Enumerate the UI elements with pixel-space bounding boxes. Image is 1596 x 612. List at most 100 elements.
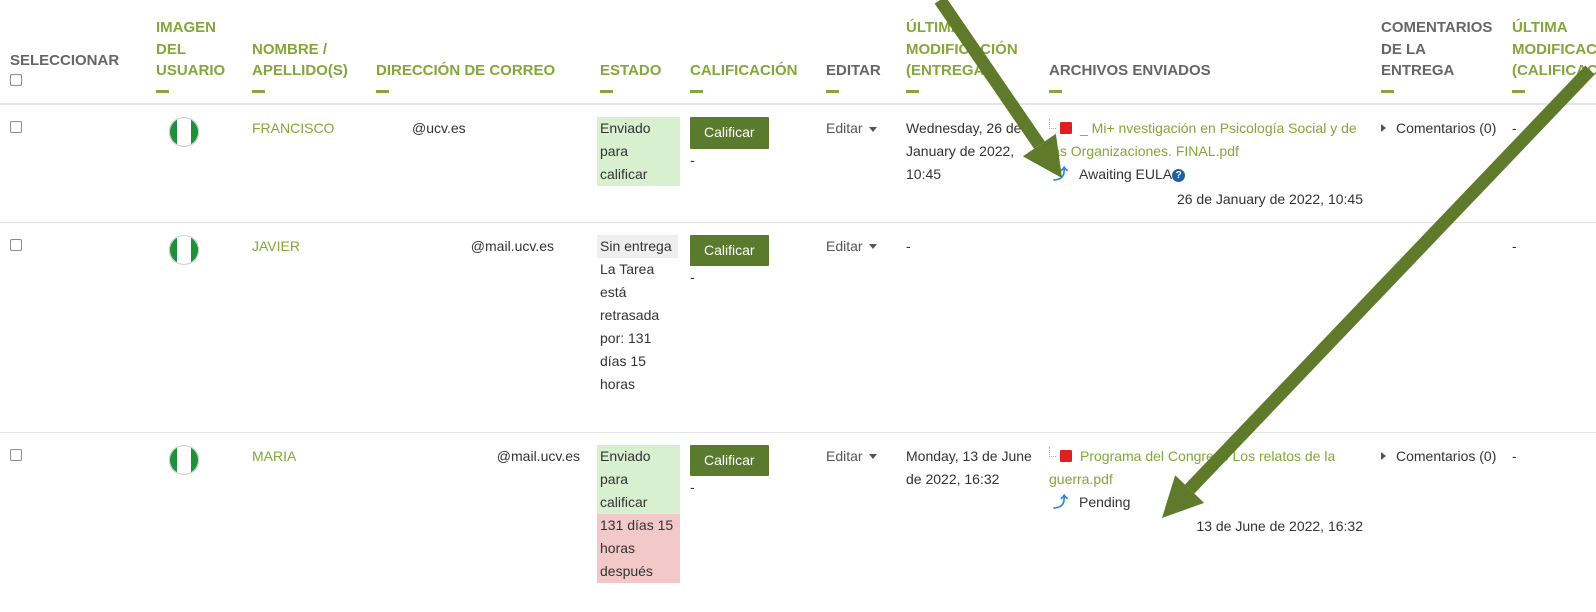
- edit-menu-label: Editar: [826, 447, 863, 464]
- sort-dash-icon[interactable]: [906, 90, 919, 93]
- student-name-link[interactable]: JAVIER: [252, 238, 300, 254]
- sort-dash-icon[interactable]: [376, 90, 389, 93]
- col-header-image[interactable]: IMAGEN DEL USUARIO: [146, 0, 242, 105]
- student-name-link[interactable]: FRANCISCO: [252, 120, 334, 136]
- row-checkbox[interactable]: [10, 121, 22, 133]
- comments-cell: Comentarios (0): [1371, 432, 1502, 612]
- grade-cell: Calificar -: [680, 222, 816, 433]
- files-cell: _ Mi+ nvestigación en Psicología Social …: [1039, 104, 1371, 223]
- grade-value: -: [690, 269, 695, 286]
- student-name-link[interactable]: MARIA: [252, 448, 296, 464]
- col-header-email-label: DIRECCIÓN DE CORREO: [376, 62, 556, 80]
- plagiarism-icon: ⤴: [1053, 493, 1069, 511]
- avatar: [169, 234, 199, 265]
- col-header-last-modified-grade[interactable]: ÚLTIMA MODIFICACIÓN (CALIFICACIÓN): [1502, 0, 1596, 105]
- modified-cell: -: [896, 222, 1039, 433]
- pdf-file-icon: [1060, 449, 1072, 462]
- avatar: [169, 117, 199, 147]
- grade-modified-cell: -: [1502, 104, 1596, 223]
- caret-down-icon: [868, 454, 877, 460]
- pdf-file-icon: [1060, 122, 1072, 134]
- sort-dash-icon[interactable]: [1381, 90, 1394, 93]
- col-header-status[interactable]: ESTADO: [590, 0, 680, 105]
- row-checkbox[interactable]: [10, 448, 22, 461]
- grade-modified-cell: -: [1502, 432, 1596, 612]
- tree-branch-icon: [1049, 119, 1056, 129]
- file-link[interactable]: Programa del Congreso Los relatos de la …: [1049, 448, 1335, 487]
- plagiarism-icon: ⤴: [1053, 166, 1069, 184]
- col-header-last-modified[interactable]: ÚLTIMA MODIFICACIÓN (ENTREGA): [896, 0, 1039, 105]
- sort-dash-icon[interactable]: [690, 90, 703, 93]
- col-header-name[interactable]: NOMBRE / APELLIDO(S): [242, 0, 366, 105]
- comments-cell: [1371, 222, 1502, 433]
- caret-down-icon: [868, 244, 877, 250]
- modified-date: Monday, 13 de June de 2022, 16:32: [906, 447, 1032, 487]
- modified-cell: Monday, 13 de June de 2022, 16:32: [896, 432, 1039, 612]
- email-cell: @mail.ucv.es: [366, 432, 590, 612]
- sort-dash-icon[interactable]: [252, 90, 265, 93]
- table-row: FRANCISCO @ucv.es Enviado para calificar…: [0, 104, 1596, 223]
- avatar: [169, 444, 199, 475]
- col-header-last-modified-label: ÚLTIMA MODIFICACIÓN (ENTREGA): [906, 18, 1018, 80]
- name-cell: JAVIER: [242, 222, 366, 433]
- col-header-select[interactable]: SELECCIONAR: [0, 0, 146, 105]
- col-header-grade[interactable]: CALIFICACIÓN: [680, 0, 816, 105]
- select-cell: [0, 222, 146, 433]
- select-all-checkbox[interactable]: [10, 74, 22, 87]
- help-icon[interactable]: ?: [1172, 169, 1186, 183]
- modified-date: -: [906, 237, 911, 254]
- late-badge: 131 días 15 horas después: [597, 513, 680, 584]
- edit-cell: Editar: [816, 222, 896, 433]
- grade-button[interactable]: Calificar: [690, 117, 769, 149]
- sort-dash-icon[interactable]: [156, 90, 169, 93]
- comments-cell: Comentarios (0): [1371, 104, 1502, 223]
- col-header-files-label: ARCHIVOS ENVIADOS: [1049, 62, 1211, 80]
- sort-dash-icon[interactable]: [1512, 90, 1525, 93]
- avatar-cell: [146, 104, 242, 223]
- col-header-status-label: ESTADO: [600, 62, 662, 80]
- table-header-row: SELECCIONAR IMAGEN DEL USUARIO NOMBRE / …: [0, 0, 1596, 105]
- comments-toggle[interactable]: Comentarios (0): [1381, 120, 1496, 136]
- sort-dash-icon[interactable]: [826, 90, 839, 93]
- edit-menu[interactable]: Editar: [826, 120, 877, 136]
- status-cell: Sin entrega La Tarea está retrasada por: …: [590, 222, 680, 433]
- tree-branch-icon: [1049, 446, 1056, 457]
- row-checkbox[interactable]: [10, 238, 22, 251]
- status-cell: Enviado para calificar 131 días 15 horas …: [590, 432, 680, 612]
- edit-menu[interactable]: Editar: [826, 238, 877, 254]
- grade-modified-cell: -: [1502, 222, 1596, 433]
- name-cell: MARIA: [242, 432, 366, 612]
- status-cell: Enviado para calificar: [590, 104, 680, 223]
- plagiarism-status-label: Pending: [1079, 493, 1131, 510]
- grade-value: -: [690, 151, 695, 168]
- student-email: @ucv.es: [412, 120, 466, 136]
- table-row: JAVIER @mail.ucv.es Sin entrega La Tarea …: [0, 222, 1596, 433]
- col-header-files: ARCHIVOS ENVIADOS: [1039, 0, 1371, 105]
- caret-down-icon: [868, 126, 877, 132]
- files-cell: [1039, 222, 1371, 433]
- sort-dash-icon[interactable]: [600, 90, 613, 93]
- grade-cell: Calificar -: [680, 432, 816, 612]
- comments-label: Comentarios (0): [1396, 120, 1497, 136]
- select-cell: [0, 432, 146, 612]
- col-header-name-label: NOMBRE / APELLIDO(S): [252, 40, 348, 80]
- grade-modified-date: -: [1512, 120, 1517, 136]
- file-date: 13 de June de 2022, 16:32: [1196, 518, 1363, 535]
- triangle-right-icon: [1381, 124, 1386, 132]
- grade-cell: Calificar -: [680, 104, 816, 223]
- comments-toggle[interactable]: Comentarios (0): [1381, 448, 1496, 464]
- plagiarism-status: ⤴ Awaiting EULA?: [1049, 163, 1371, 188]
- triangle-right-icon: [1381, 451, 1386, 460]
- col-header-comments-label: COMENTARIOS DE LA ENTREGA: [1381, 18, 1493, 80]
- file-entry: Programa del Congreso Los relatos de la …: [1049, 445, 1371, 491]
- student-email: @mail.ucv.es: [470, 237, 554, 254]
- grade-button[interactable]: Calificar: [690, 234, 769, 267]
- select-cell: [0, 104, 146, 223]
- grade-button[interactable]: Calificar: [690, 444, 769, 477]
- sort-dash-icon[interactable]: [1049, 90, 1062, 93]
- col-header-email[interactable]: DIRECCIÓN DE CORREO: [366, 0, 590, 105]
- edit-menu[interactable]: Editar: [826, 448, 877, 464]
- file-link[interactable]: _ Mi+ nvestigación en Psicología Social …: [1049, 120, 1357, 159]
- col-header-image-label: IMAGEN DEL USUARIO: [156, 18, 226, 80]
- comments-label: Comentarios (0): [1396, 447, 1497, 464]
